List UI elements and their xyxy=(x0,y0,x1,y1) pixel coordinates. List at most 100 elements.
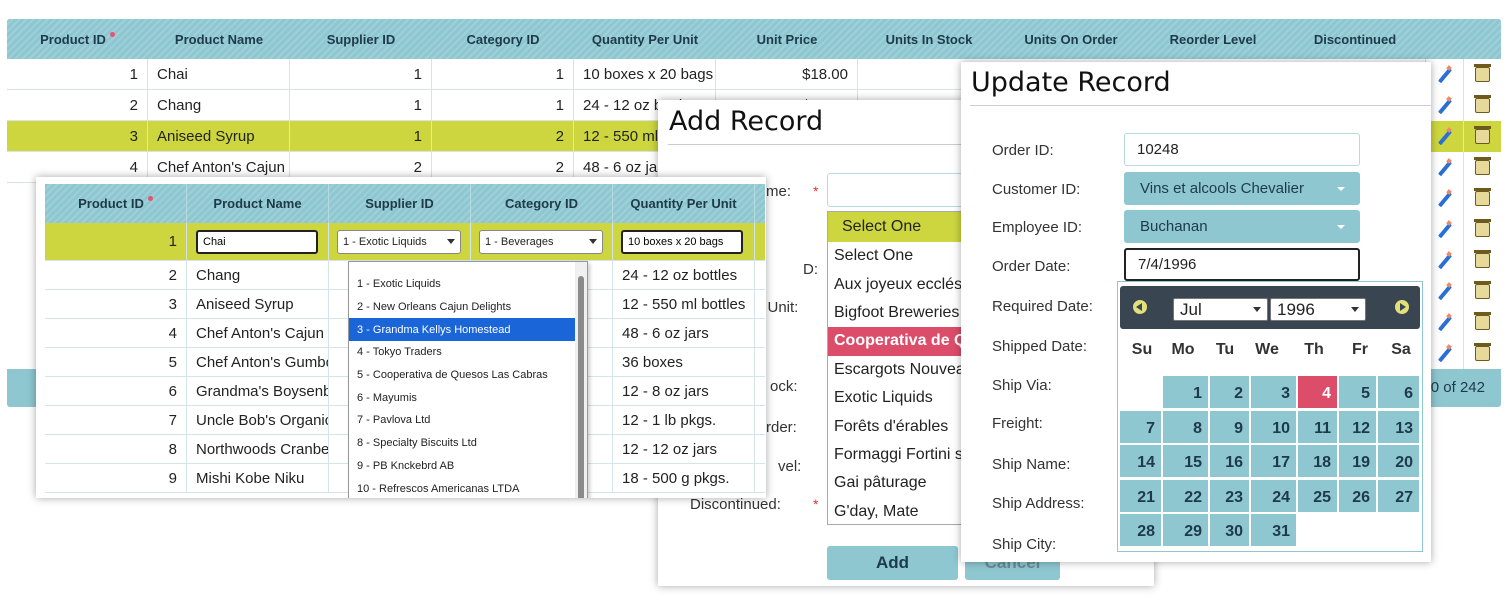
delete-icon[interactable] xyxy=(1463,307,1501,338)
prev-month-icon[interactable] xyxy=(1133,300,1147,314)
calendar-day[interactable]: 23 xyxy=(1210,479,1249,512)
supplier-option[interactable]: Cooperativa de Quesos xyxy=(828,327,966,356)
calendar-day[interactable]: 22 xyxy=(1163,479,1208,512)
delete-icon[interactable] xyxy=(1463,214,1501,245)
order-id-input[interactable]: 10248 xyxy=(1124,133,1360,166)
chevron-down-icon xyxy=(1351,307,1359,312)
column-header-quantity-per-unit[interactable]: Quantity Per Unit xyxy=(613,184,755,223)
dropdown-option[interactable]: 7 - Pavlova Ltd xyxy=(349,409,587,432)
column-header-supplier-id[interactable]: Supplier ID xyxy=(290,19,432,59)
supplier-option[interactable]: Formaggi Fortini s.r.l. xyxy=(828,441,966,469)
chevron-down-icon xyxy=(1337,224,1345,229)
supplier-option[interactable]: Exotic Liquids xyxy=(828,384,966,412)
dropdown-option[interactable]: 9 - PB Knckebrd AB xyxy=(349,455,587,478)
calendar-day[interactable]: 13 xyxy=(1378,410,1419,443)
calendar-day[interactable]: 15 xyxy=(1163,445,1208,477)
category-select[interactable]: 1 - Beverages xyxy=(479,229,603,254)
quantity-per-unit-input[interactable] xyxy=(621,229,743,254)
calendar-day[interactable]: 8 xyxy=(1163,410,1208,443)
product-name-input[interactable] xyxy=(827,173,967,207)
delete-icon[interactable] xyxy=(1463,276,1501,307)
supplier-select-header[interactable]: Select One xyxy=(828,212,966,242)
calendar-day[interactable]: 3 xyxy=(1251,376,1296,408)
column-header-units-in-stock[interactable]: Units In Stock xyxy=(858,19,1000,59)
calendar-day[interactable]: 2 xyxy=(1210,376,1249,408)
delete-icon[interactable] xyxy=(1463,183,1501,214)
calendar-day[interactable]: 31 xyxy=(1251,514,1296,546)
calendar-day[interactable]: 9 xyxy=(1210,410,1249,443)
order-date-input[interactable]: 7/4/1996 xyxy=(1124,248,1360,281)
calendar-day[interactable]: 24 xyxy=(1251,479,1296,512)
year-select[interactable]: 1996 xyxy=(1270,298,1366,321)
calendar-day[interactable]: 28 xyxy=(1120,514,1161,546)
supplier-option[interactable]: Forêts d'érables xyxy=(828,412,966,440)
scrollbar-thumb[interactable] xyxy=(578,276,584,498)
dropdown-option[interactable]: 6 - Mayumis xyxy=(349,386,587,409)
supplier-option[interactable]: Aux joyeux ecclésiastiques xyxy=(828,270,966,298)
calendar-day[interactable]: 18 xyxy=(1298,445,1337,477)
supplier-option[interactable]: G'day, Mate xyxy=(828,498,966,524)
next-month-icon[interactable] xyxy=(1395,300,1409,314)
column-header-unit-price[interactable]: Unit Price xyxy=(716,19,858,59)
supplier-select[interactable]: 1 - Exotic Liquids xyxy=(337,229,461,254)
supplier-option[interactable]: Gai pâturage xyxy=(828,469,966,497)
cell-product-name: Northwoods Cranberry Sauce xyxy=(187,435,329,463)
supplier-select-list[interactable]: Select One Select OneAux joyeux ecclésia… xyxy=(827,211,967,525)
calendar-day[interactable]: 1 xyxy=(1163,376,1208,408)
dropdown-option[interactable]: 4 - Tokyo Traders xyxy=(349,341,587,364)
delete-icon[interactable] xyxy=(1463,90,1501,121)
calendar-day[interactable]: 16 xyxy=(1210,445,1249,477)
month-select[interactable]: Jul xyxy=(1173,298,1268,321)
supplier-option[interactable]: Select One xyxy=(828,242,966,270)
calendar-day[interactable]: 19 xyxy=(1339,445,1376,477)
column-header-product-id[interactable]: Product ID xyxy=(7,19,148,59)
calendar-day[interactable]: 20 xyxy=(1378,445,1419,477)
column-header-category-id[interactable]: Category ID xyxy=(471,184,613,223)
calendar-day[interactable]: 6 xyxy=(1378,376,1419,408)
dropdown-option[interactable]: 8 - Specialty Biscuits Ltd xyxy=(349,432,587,455)
calendar-day[interactable]: 26 xyxy=(1339,479,1376,512)
calendar-day[interactable]: 4 xyxy=(1298,376,1337,408)
product-name-input[interactable] xyxy=(196,229,318,254)
date-picker[interactable]: Jul 1996 Su Mo Tu We Th Fr Sa 1 2 3 4 5 6 7 8 9 10 11 12 13… xyxy=(1117,281,1423,552)
column-header-units-on-order[interactable]: Units On Order xyxy=(1000,19,1142,59)
delete-icon[interactable] xyxy=(1463,338,1501,369)
delete-icon[interactable] xyxy=(1463,121,1501,152)
dropdown-option[interactable]: 10 - Refrescos Americanas LTDA xyxy=(349,477,587,498)
add-button[interactable]: Add xyxy=(827,546,958,580)
column-header-supplier-id[interactable]: Supplier ID xyxy=(329,184,471,223)
column-header-category-id[interactable]: Category ID xyxy=(432,19,574,59)
calendar-day[interactable]: 7 xyxy=(1120,410,1161,443)
calendar-day[interactable]: 25 xyxy=(1298,479,1337,512)
calendar-day[interactable]: 14 xyxy=(1120,445,1161,477)
dropdown-option[interactable]: 3 - Grandma Kellys Homestead xyxy=(349,318,587,342)
customer-id-select[interactable]: Vins et alcools Chevalier xyxy=(1124,172,1360,205)
dropdown-option[interactable]: 1 - Exotic Liquids xyxy=(349,273,587,296)
column-header-discontinued[interactable]: Discontinued xyxy=(1284,19,1426,59)
delete-icon[interactable] xyxy=(1463,245,1501,276)
calendar-day[interactable]: 29 xyxy=(1163,514,1208,546)
dropdown-option[interactable]: 2 - New Orleans Cajun Delights xyxy=(349,296,587,319)
cell-product-name xyxy=(187,223,329,260)
employee-id-select[interactable]: Buchanan xyxy=(1124,210,1360,243)
calendar-day[interactable]: 21 xyxy=(1120,479,1161,512)
calendar-day[interactable]: 11 xyxy=(1298,410,1337,443)
column-header-reorder-level[interactable]: Reorder Level xyxy=(1142,19,1284,59)
delete-icon[interactable] xyxy=(1463,59,1501,90)
calendar-day[interactable]: 5 xyxy=(1339,376,1376,408)
dropdown-scrollbar[interactable] xyxy=(575,262,587,498)
supplier-dropdown-list[interactable]: 1 - Exotic Liquids 2 - New Orleans Cajun … xyxy=(348,261,588,498)
column-header-product-name[interactable]: Product Name xyxy=(187,184,329,223)
dropdown-option[interactable]: 5 - Cooperativa de Quesos Las Cabras xyxy=(349,364,587,387)
column-header-quantity-per-unit[interactable]: Quantity Per Unit xyxy=(574,19,716,59)
column-header-product-name[interactable]: Product Name xyxy=(148,19,290,59)
supplier-option[interactable]: Bigfoot Breweries xyxy=(828,299,966,327)
calendar-day[interactable]: 17 xyxy=(1251,445,1296,477)
supplier-option[interactable]: Escargots Nouveaux xyxy=(828,356,966,384)
calendar-day[interactable]: 12 xyxy=(1339,410,1376,443)
column-header-product-id[interactable]: Product ID xyxy=(45,184,187,223)
calendar-day[interactable]: 10 xyxy=(1251,410,1296,443)
delete-icon[interactable] xyxy=(1463,152,1501,183)
calendar-day[interactable]: 27 xyxy=(1378,479,1419,512)
calendar-day[interactable]: 30 xyxy=(1210,514,1249,546)
